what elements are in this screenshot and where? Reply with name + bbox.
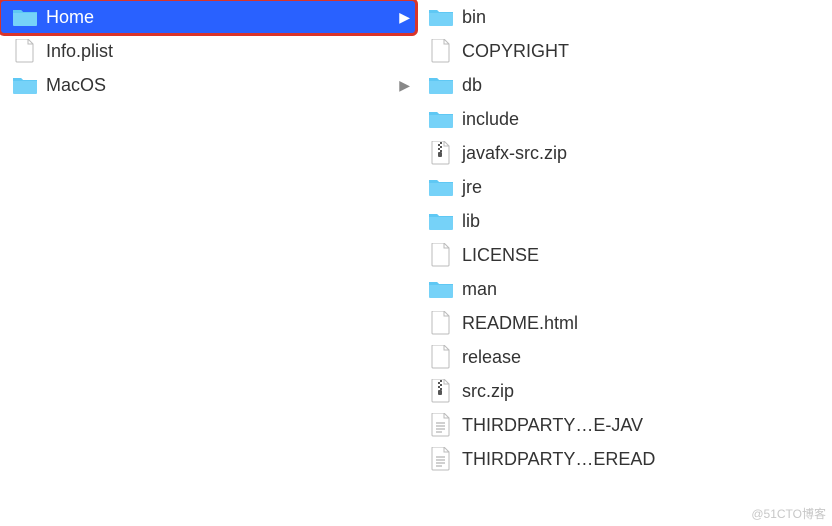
left-column: Home▶ Info.plist MacOS▶ [0,0,416,526]
list-item[interactable]: Home▶ [0,0,416,34]
item-label: release [456,347,826,368]
folder-icon [426,279,456,299]
folder-icon [426,109,456,129]
textfile-icon [426,413,456,437]
item-label: THIRDPARTY…E-JAV [456,415,826,436]
folder-icon [10,75,40,95]
chevron-right-icon: ▶ [394,9,410,26]
textfile-icon [426,447,456,471]
right-column: bin COPYRIGHT db include javafx-src.zip … [416,0,832,526]
item-label: lib [456,211,826,232]
item-label: COPYRIGHT [456,41,826,62]
list-item[interactable]: man [416,272,832,306]
list-item[interactable]: THIRDPARTY…EREAD [416,442,832,476]
folder-icon [426,211,456,231]
file-icon [426,345,456,369]
list-item[interactable]: include [416,102,832,136]
zip-icon [426,141,456,165]
item-label: src.zip [456,381,826,402]
item-label: include [456,109,826,130]
list-item[interactable]: lib [416,204,832,238]
list-item[interactable]: bin [416,0,832,34]
list-item[interactable]: README.html [416,306,832,340]
folder-icon [426,177,456,197]
item-label: javafx-src.zip [456,143,826,164]
item-label: db [456,75,826,96]
item-label: LICENSE [456,245,826,266]
file-icon [10,39,40,63]
list-item[interactable]: javafx-src.zip [416,136,832,170]
list-item[interactable]: MacOS▶ [0,68,416,102]
list-item[interactable]: LICENSE [416,238,832,272]
list-item[interactable]: db [416,68,832,102]
item-label: bin [456,7,826,28]
list-item[interactable]: jre [416,170,832,204]
zip-icon [426,379,456,403]
list-item[interactable]: Info.plist [0,34,416,68]
chevron-right-icon: ▶ [394,77,410,94]
list-item[interactable]: THIRDPARTY…E-JAV [416,408,832,442]
list-item[interactable]: COPYRIGHT [416,34,832,68]
file-icon [426,243,456,267]
item-label: Home [40,7,394,28]
item-label: README.html [456,313,826,334]
file-icon [426,39,456,63]
item-label: THIRDPARTY…EREAD [456,449,826,470]
item-label: man [456,279,826,300]
item-label: MacOS [40,75,394,96]
file-icon [426,311,456,335]
list-item[interactable]: release [416,340,832,374]
folder-icon [426,75,456,95]
item-label: jre [456,177,826,198]
folder-icon [426,7,456,27]
item-label: Info.plist [40,41,410,62]
folder-icon [10,7,40,27]
list-item[interactable]: src.zip [416,374,832,408]
